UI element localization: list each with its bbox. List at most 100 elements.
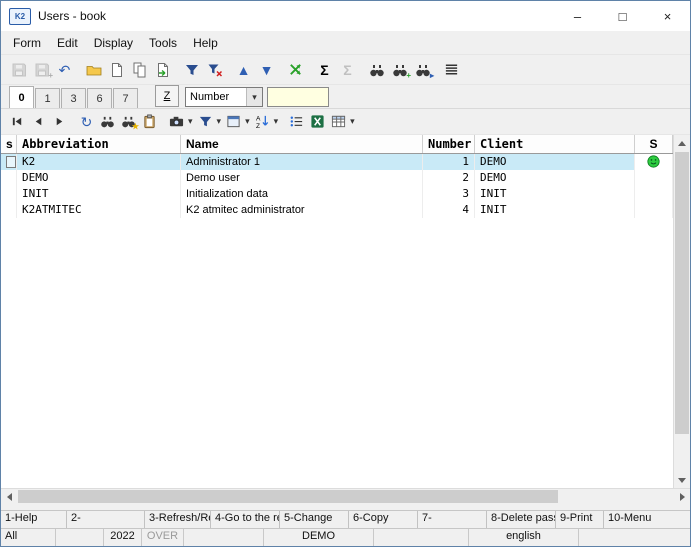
col-header-name[interactable]: Name — [181, 135, 423, 153]
open-icon[interactable] — [82, 58, 105, 81]
scroll-left-icon[interactable] — [1, 489, 17, 505]
table-view-button[interactable]: ▾ — [328, 111, 355, 132]
tab-0[interactable]: 0 — [9, 86, 34, 108]
find-icon[interactable] — [365, 58, 388, 81]
find-next-icon[interactable]: + — [388, 58, 411, 81]
copy-record-icon[interactable] — [128, 58, 151, 81]
col-header-number[interactable]: Number — [423, 135, 475, 153]
check-records-icon[interactable] — [284, 58, 307, 81]
col-header-s[interactable]: s — [1, 135, 17, 153]
menu-bar: Form Edit Display Tools Help — [1, 31, 690, 55]
camera-icon — [166, 111, 187, 132]
find-highlight-icon[interactable]: ★ — [118, 111, 139, 132]
col-header-abbreviation[interactable]: Abbreviation — [17, 135, 181, 153]
sort-ascending-icon[interactable]: ▲ — [232, 58, 255, 81]
minimize-button[interactable]: – — [555, 1, 600, 31]
scroll-down-icon[interactable] — [674, 472, 690, 488]
filter-icon[interactable] — [180, 58, 203, 81]
chevron-down-icon[interactable]: ▾ — [217, 116, 222, 127]
form-view-button[interactable]: ▾ — [223, 111, 250, 132]
paste-icon[interactable] — [139, 111, 160, 132]
field-selector-dropdown[interactable]: Number ▾ — [185, 87, 263, 107]
numbered-list-icon[interactable] — [286, 111, 307, 132]
fnkey-3-refresh[interactable]: 3-Refresh/Re — [145, 511, 211, 528]
fnkey-2[interactable]: 2- — [67, 511, 145, 528]
table-row[interactable]: INIT Initialization data 3 INIT — [1, 186, 673, 202]
next-record-icon[interactable] — [49, 111, 70, 132]
chevron-down-icon[interactable]: ▾ — [274, 116, 279, 127]
cell-number: 1 — [423, 154, 475, 170]
col-header-status[interactable]: S — [635, 135, 673, 153]
grid-header-row: s Abbreviation Name Number Client S — [1, 135, 673, 154]
menu-help[interactable]: Help — [185, 33, 226, 53]
fnkey-5-change[interactable]: 5-Change — [280, 511, 349, 528]
horizontal-scroll-thumb[interactable] — [18, 490, 558, 503]
menu-list-icon[interactable] — [440, 58, 463, 81]
cell-number: 3 — [423, 186, 475, 202]
cell-client: INIT — [475, 186, 635, 202]
new-record-icon[interactable] — [105, 58, 128, 81]
status-empty-1 — [56, 529, 104, 546]
insert-copy-icon[interactable] — [151, 58, 174, 81]
sum-icon[interactable]: Σ — [313, 58, 336, 81]
title-bar: K2 Users - book – □ × — [1, 1, 690, 31]
tab-6[interactable]: 6 — [87, 88, 112, 108]
fnkey-6-copy[interactable]: 6-Copy — [349, 511, 418, 528]
scroll-up-icon[interactable] — [674, 135, 690, 151]
table-row[interactable]: K2 Administrator 1 1 DEMO — [1, 154, 673, 170]
form-icon — [223, 111, 244, 132]
find-selected-icon[interactable]: ▸ — [411, 58, 434, 81]
fnkey-1-help[interactable]: 1-Help — [1, 511, 67, 528]
star-overlay-icon: ★ — [131, 122, 139, 131]
row-selector-cell — [1, 154, 17, 170]
table-row[interactable]: K2ATMITEC K2 atmitec administrator 4 INI… — [1, 202, 673, 218]
tab-1[interactable]: 1 — [35, 88, 60, 108]
status-empty-3 — [374, 529, 469, 546]
vertical-scrollbar[interactable] — [673, 135, 690, 488]
svg-text:Z: Z — [256, 123, 260, 129]
maximize-button[interactable]: □ — [600, 1, 645, 31]
first-record-icon[interactable] — [7, 111, 28, 132]
save-icon[interactable] — [7, 58, 30, 81]
field-selector-value: Number — [190, 91, 230, 103]
prior-record-icon[interactable] — [28, 111, 49, 132]
quick-search-input[interactable] — [267, 87, 329, 107]
excel-export-icon[interactable] — [307, 111, 328, 132]
cell-abbreviation: DEMO — [17, 170, 181, 186]
function-key-bar: 1-Help 2- 3-Refresh/Re 4-Go to the re 5-… — [1, 510, 690, 528]
z-button[interactable]: Z — [155, 85, 179, 107]
cancel-filter-icon[interactable] — [203, 58, 226, 81]
table-row[interactable]: DEMO Demo user 2 DEMO — [1, 170, 673, 186]
close-button[interactable]: × — [645, 1, 690, 31]
tab-3[interactable]: 3 — [61, 88, 86, 108]
scroll-right-icon[interactable] — [674, 489, 690, 505]
chevron-down-icon[interactable]: ▾ — [245, 116, 250, 127]
fnkey-4-goto[interactable]: 4-Go to the re — [211, 511, 280, 528]
menu-edit[interactable]: Edit — [49, 33, 86, 53]
fnkey-7[interactable]: 7- — [418, 511, 487, 528]
horizontal-scrollbar[interactable] — [1, 488, 690, 504]
chevron-down-icon[interactable]: ▾ — [188, 116, 193, 127]
app-window: K2 Users - book – □ × Form Edit Display … — [0, 0, 691, 547]
status-client: DEMO — [264, 529, 374, 546]
find2-icon[interactable] — [97, 111, 118, 132]
sort-button[interactable]: AZ ▾ — [252, 111, 279, 132]
snapshot-button[interactable]: ▾ — [166, 111, 193, 132]
col-header-client[interactable]: Client — [475, 135, 635, 153]
cell-abbreviation: INIT — [17, 186, 181, 202]
sum-selected-icon[interactable]: Σ — [336, 58, 359, 81]
menu-tools[interactable]: Tools — [141, 33, 185, 53]
vertical-scroll-thumb[interactable] — [675, 152, 689, 434]
tab-7[interactable]: 7 — [113, 88, 138, 108]
menu-form[interactable]: Form — [5, 33, 49, 53]
sort-descending-icon[interactable]: ▼ — [255, 58, 278, 81]
undo-icon[interactable]: ↶ — [53, 58, 76, 81]
menu-display[interactable]: Display — [86, 33, 141, 53]
chevron-down-icon[interactable]: ▾ — [350, 116, 355, 127]
save-record-icon[interactable]: + — [30, 58, 53, 81]
refresh-icon[interactable]: ↻ — [76, 111, 97, 132]
fnkey-10-menu[interactable]: 10-Menu — [604, 511, 690, 528]
fnkey-9-print[interactable]: 9-Print — [556, 511, 604, 528]
filter2-button[interactable]: ▾ — [195, 111, 222, 132]
fnkey-8-delete[interactable]: 8-Delete pass — [487, 511, 556, 528]
